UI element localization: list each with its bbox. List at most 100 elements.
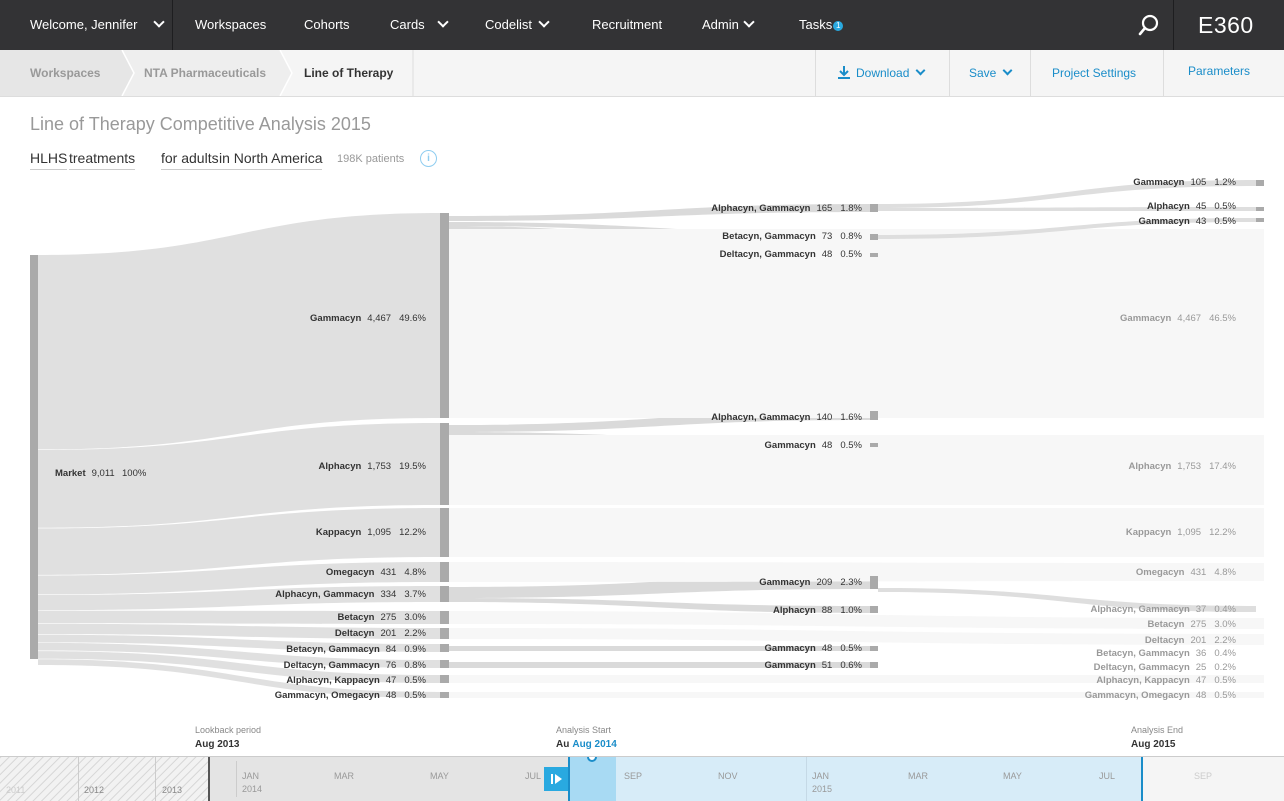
- node-label: Deltacyn, Gammacyn 48 0.5%: [720, 249, 863, 260]
- project-settings-button[interactable]: Project Settings: [1052, 50, 1136, 96]
- month-tick: JUL: [525, 771, 542, 781]
- breadcrumb-nta-pharmaceuticals[interactable]: NTA Pharmaceuticals: [144, 50, 266, 96]
- year-tick: 2013: [162, 785, 183, 795]
- node-label: Gammacyn 48 0.5%: [765, 440, 863, 451]
- filter-population[interactable]: for adults: [161, 150, 219, 170]
- filter-region[interactable]: in North America: [219, 150, 323, 170]
- month-tick: JAN: [242, 771, 260, 781]
- month-year-tick: 2015: [812, 784, 833, 794]
- sankey-node: [870, 662, 878, 668]
- welcome-menu[interactable]: Welcome, Jennifer: [30, 0, 166, 50]
- sankey-node: [1256, 218, 1264, 222]
- analysis-end-label: Analysis End: [1131, 725, 1184, 735]
- sankey-node: [440, 692, 449, 698]
- chevron-down-icon: [437, 16, 449, 28]
- month-tick: MAY: [430, 771, 449, 781]
- node-label: Gammacyn 4,467 49.6%: [310, 313, 427, 324]
- chevron-down-icon: [153, 16, 166, 28]
- info-icon[interactable]: i: [420, 150, 437, 167]
- sankey-node: [1256, 180, 1264, 186]
- nav-item-codelist-label: Codelist: [485, 17, 532, 32]
- nav-item-recruitment[interactable]: Recruitment: [592, 0, 662, 50]
- analysis-start-value: Au Aug 2014: [556, 739, 617, 750]
- breadcrumb-workspaces[interactable]: Workspaces: [30, 50, 100, 96]
- node-label: Betacyn 275 3.0%: [1148, 619, 1237, 630]
- sankey-node: [440, 660, 449, 668]
- chevron-down-icon: [743, 16, 755, 28]
- node-label: Kappacyn 1,095 12.2%: [1126, 527, 1237, 538]
- nav-item-workspaces[interactable]: Workspaces: [195, 0, 266, 50]
- nav-item-admin[interactable]: Admin: [702, 0, 755, 50]
- page-title: Line of Therapy Competitive Analysis 201…: [30, 114, 371, 134]
- month-tick: MAR: [334, 771, 354, 781]
- node-label: Gammacyn 4,467 46.5%: [1120, 313, 1237, 324]
- node-label: Deltacyn, Gammacyn 25 0.2%: [1094, 662, 1237, 673]
- month-year-tick: 2014: [242, 784, 263, 794]
- lookback-label: Lookback period: [195, 725, 262, 735]
- sankey-node: [870, 204, 878, 212]
- sankey-node: [870, 443, 878, 447]
- welcome-label: Welcome, Jennifer: [30, 17, 138, 32]
- patient-count: 198K patients: [337, 153, 405, 165]
- node-label: Alphacyn 1,753 19.5%: [319, 461, 427, 472]
- action-divider: [815, 50, 816, 96]
- play-icon[interactable]: [544, 767, 568, 791]
- sankey-node: [440, 675, 449, 683]
- sankey-node: [870, 646, 878, 651]
- node-label: Gammacyn 51 0.6%: [765, 660, 863, 671]
- timeline-bar[interactable]: 2011 2012 2013 JAN 2014 MAR MAY JUL SEP …: [0, 756, 1284, 801]
- chevron-down-icon: [915, 65, 926, 76]
- node-label: Betacyn 275 3.0%: [338, 612, 427, 623]
- download-label: Download: [856, 66, 910, 80]
- year-tick: 2012: [84, 785, 105, 795]
- sankey-node: [440, 628, 449, 639]
- sankey-node: [870, 411, 878, 420]
- month-tick: MAY: [1003, 771, 1022, 781]
- node-label: Deltacyn 201 2.2%: [1145, 635, 1237, 646]
- node-label: Gammacyn, Omegacyn 48 0.5%: [1085, 690, 1237, 701]
- nav-divider: [1173, 0, 1174, 50]
- sankey-node: [440, 213, 449, 418]
- filter-condition[interactable]: HLHS: [30, 150, 68, 170]
- sankey-node-root: [30, 255, 38, 659]
- breadcrumb-line-of-therapy: Line of Therapy: [304, 66, 394, 80]
- lookback-value: Aug 2013: [195, 739, 240, 750]
- download-button[interactable]: Download: [838, 50, 926, 96]
- top-nav-bar: Welcome, Jennifer Workspaces Cohorts Car…: [0, 0, 1284, 50]
- node-label: Alphacyn, Gammacyn 165 1.8%: [711, 203, 862, 214]
- sankey-link: [38, 213, 440, 450]
- node-label: Alphacyn, Gammacyn 140 1.6%: [711, 412, 862, 423]
- year-tick: 2011: [6, 785, 26, 795]
- action-divider: [1163, 50, 1164, 96]
- analysis-end-value: Aug 2015: [1131, 739, 1176, 750]
- sankey-diagram: Market 9,011 100% Gammacyn 4,467 49.6% Alphacy…: [30, 177, 1264, 701]
- sankey-node: [440, 586, 449, 602]
- filter-type[interactable]: treatments: [69, 150, 136, 170]
- action-divider: [1030, 50, 1031, 96]
- nav-divider: [172, 0, 173, 50]
- download-icon: [838, 66, 850, 79]
- month-tick: JAN: [812, 771, 830, 781]
- nav-item-cards[interactable]: Cards: [390, 0, 449, 50]
- nav-item-admin-label: Admin: [702, 17, 739, 32]
- nav-item-cohorts[interactable]: Cohorts: [304, 0, 350, 50]
- month-tick: SEP: [624, 771, 643, 781]
- sankey-node: [1256, 207, 1264, 211]
- sankey-node: [870, 606, 878, 613]
- nav-item-tasks-label: Tasks: [799, 17, 833, 32]
- node-label: Gammacyn 48 0.5%: [765, 643, 863, 654]
- sankey-node: [440, 644, 449, 652]
- search-icon[interactable]: [1138, 14, 1160, 36]
- parameters-button[interactable]: Parameters: [1188, 48, 1250, 94]
- save-button[interactable]: Save: [969, 50, 1013, 96]
- node-label: Alphacyn, Gammacyn 334 3.7%: [275, 589, 426, 600]
- nav-item-tasks[interactable]: Tasks 1: [799, 0, 844, 50]
- sankey-node: [440, 611, 449, 624]
- node-label: Kappacyn 1,095 12.2%: [316, 527, 427, 538]
- node-label: Deltacyn 201 2.2%: [335, 628, 427, 639]
- analysis-start-date: Aug 2014: [572, 739, 617, 750]
- nav-item-codelist[interactable]: Codelist: [485, 0, 550, 50]
- node-label: Gammacyn, Omegacyn 48 0.5%: [275, 690, 427, 701]
- sankey-node: [870, 253, 878, 257]
- sankey-node: [870, 234, 878, 240]
